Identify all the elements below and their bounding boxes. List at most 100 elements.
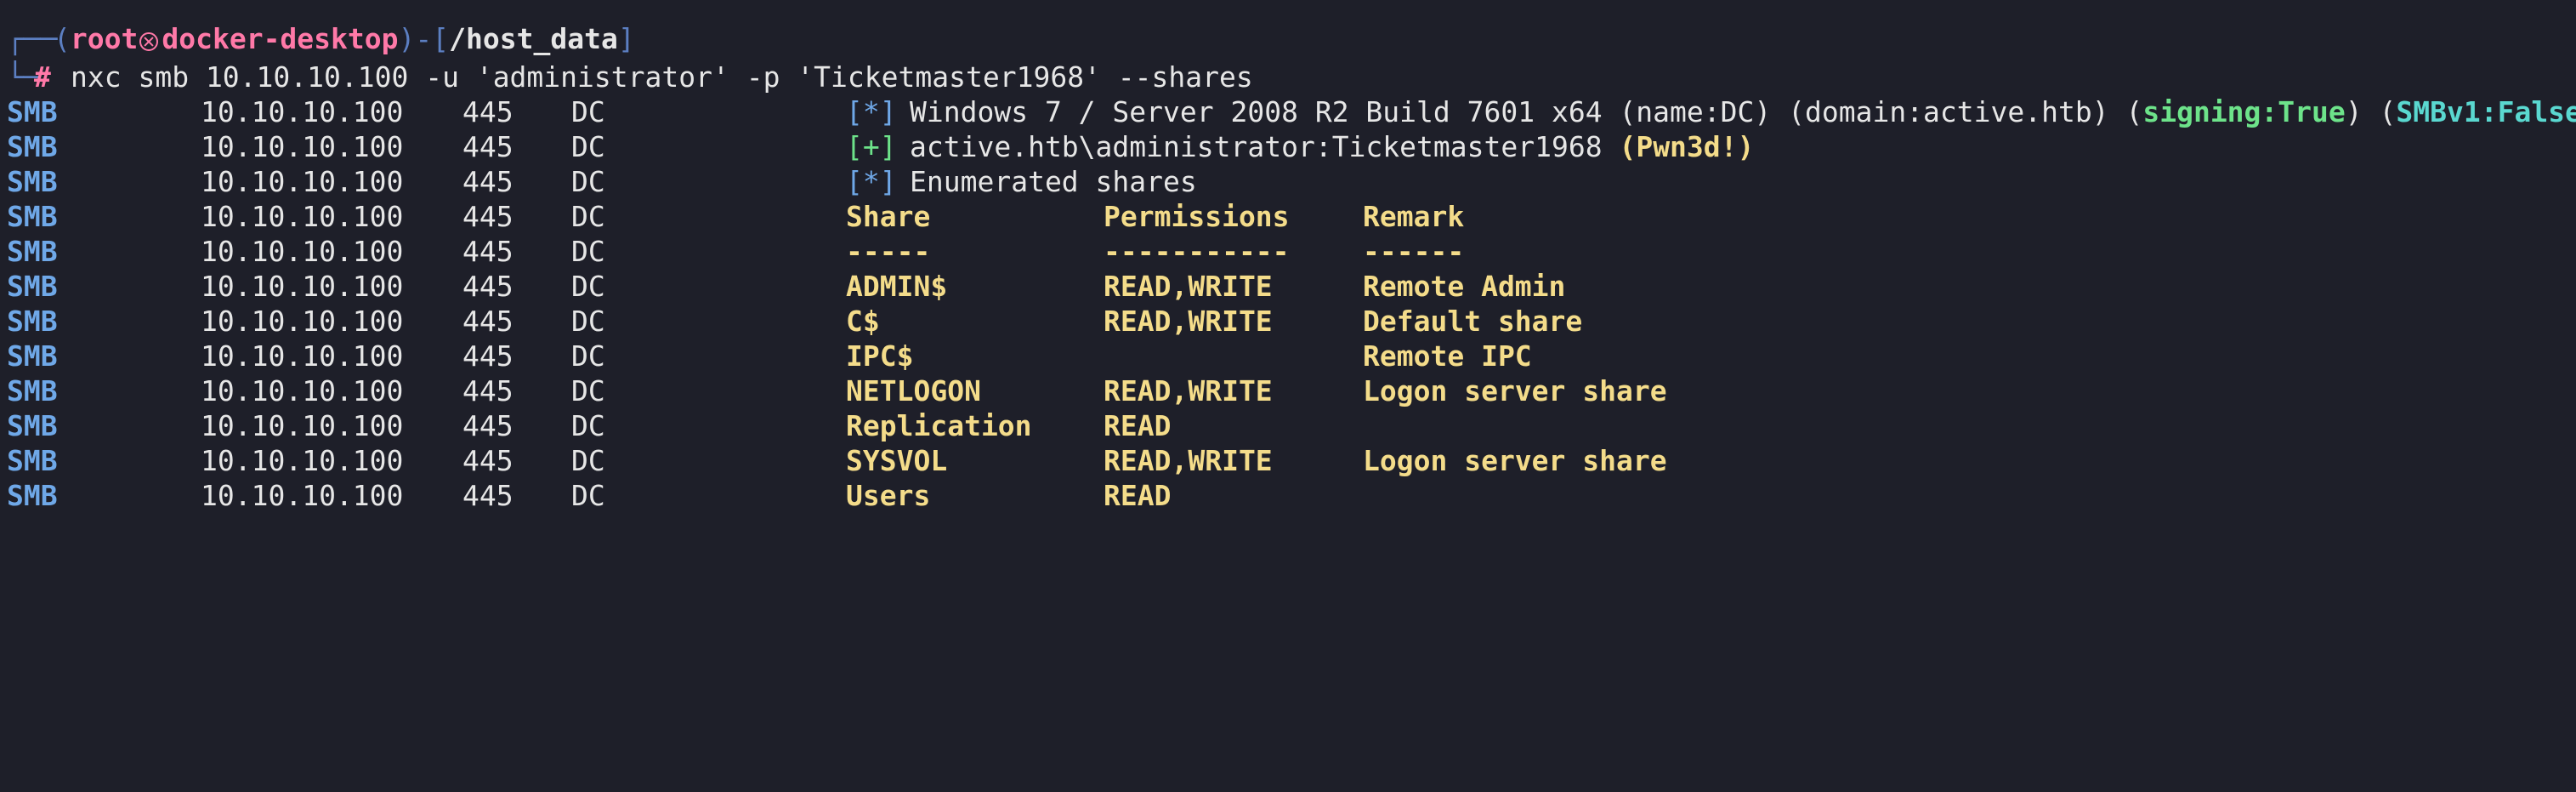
- protocol-label: SMB: [7, 339, 58, 373]
- port: 445: [462, 305, 513, 338]
- permissions-separator: -----------: [1104, 235, 1290, 268]
- port: 445: [462, 130, 513, 163]
- host-ip: 10.10.10.100: [201, 130, 404, 163]
- prompt-open-paren: (: [54, 22, 71, 55]
- protocol-label: SMB: [7, 444, 58, 477]
- port: 445: [462, 95, 513, 128]
- auth-text: active.htb\administrator:Ticketmaster196…: [910, 130, 1603, 163]
- prompt-hash: #: [34, 60, 51, 94]
- remark-separator: ------: [1363, 235, 1465, 268]
- info-between: ) (: [2345, 95, 2397, 128]
- share-row: SMB 10.10.10.100 445 DC SYSVOL READ,WRIT…: [0, 443, 2576, 478]
- share-name: ADMIN$: [846, 270, 948, 303]
- output-row: SMB 10.10.10.100 445 DC Share Permission…: [0, 199, 2576, 234]
- prompt-open-bracket: [: [432, 22, 450, 55]
- success-tag: [+]: [846, 130, 897, 163]
- share-row: SMB 10.10.10.100 445 DC NETLOGON READ,WR…: [0, 373, 2576, 408]
- share-remark: Logon server share: [1363, 444, 1667, 477]
- enum-message: Enumerated shares: [910, 165, 1197, 198]
- command-line[interactable]: └─ # nxc smb 10.10.10.100 -u 'administra…: [0, 60, 2576, 94]
- share-row: SMB 10.10.10.100 445 DC IPC$ Remote IPC: [0, 339, 2576, 373]
- share-remark: Remote IPC: [1363, 339, 1532, 373]
- info-tag: [*]: [846, 165, 897, 198]
- output-row: SMB 10.10.10.100 445 DC ----- ----------…: [0, 234, 2576, 269]
- output-row: SMB 10.10.10.100 445 DC [*] Windows 7 / …: [0, 94, 2576, 129]
- prompt-close-paren: ): [398, 22, 416, 55]
- terminal-window[interactable]: ┌── (root docker-desktop)-[/host_data] └─…: [0, 0, 2576, 522]
- prompt-host: docker-desktop: [162, 22, 399, 55]
- protocol-label: SMB: [7, 409, 58, 442]
- share-permissions: READ,WRITE: [1104, 444, 1273, 477]
- share-row: SMB 10.10.10.100 445 DC ADMIN$ READ,WRIT…: [0, 269, 2576, 304]
- host-ip: 10.10.10.100: [201, 409, 404, 442]
- host-ip: 10.10.10.100: [201, 95, 404, 128]
- port: 445: [462, 339, 513, 373]
- host-ip: 10.10.10.100: [201, 339, 404, 373]
- signing-status: signing:True: [2142, 95, 2346, 128]
- share-row: SMB 10.10.10.100 445 DC Replication READ: [0, 408, 2576, 443]
- port: 445: [462, 270, 513, 303]
- host-name: DC: [571, 130, 605, 163]
- share-permissions: READ: [1104, 479, 1172, 512]
- protocol-label: SMB: [7, 95, 58, 128]
- host-name: DC: [571, 165, 605, 198]
- host-name: DC: [571, 305, 605, 338]
- host-ip: 10.10.10.100: [201, 374, 404, 407]
- host-ip: 10.10.10.100: [201, 165, 404, 198]
- port: 445: [462, 235, 513, 268]
- host-name: DC: [571, 200, 605, 233]
- host-ip: 10.10.10.100: [201, 235, 404, 268]
- command-text[interactable]: nxc smb 10.10.10.100 -u 'administrator' …: [71, 60, 1253, 94]
- prompt-close-bracket: ]: [617, 22, 635, 55]
- share-name: C$: [846, 305, 880, 338]
- protocol-label: SMB: [7, 200, 58, 233]
- auth-message: active.htb\administrator:Ticketmaster196…: [910, 129, 1754, 164]
- host-name: DC: [571, 270, 605, 303]
- share-row: SMB 10.10.10.100 445 DC C$ READ,WRITE De…: [0, 304, 2576, 339]
- protocol-label: SMB: [7, 479, 58, 512]
- share-remark: Remote Admin: [1363, 270, 1566, 303]
- share-remark: Default share: [1363, 305, 1583, 338]
- host-ip: 10.10.10.100: [201, 305, 404, 338]
- host-ip: 10.10.10.100: [201, 444, 404, 477]
- share-row: SMB 10.10.10.100 445 DC Users READ: [0, 478, 2576, 513]
- info-text: Windows 7 / Server 2008 R2 Build 7601 x6…: [910, 95, 2143, 128]
- share-permissions: READ: [1104, 409, 1172, 442]
- info-tag: [*]: [846, 95, 897, 128]
- share-name: Replication: [846, 409, 1032, 442]
- port: 445: [462, 165, 513, 198]
- host-name: DC: [571, 235, 605, 268]
- host-ip: 10.10.10.100: [201, 200, 404, 233]
- protocol-label: SMB: [7, 305, 58, 338]
- protocol-label: SMB: [7, 235, 58, 268]
- output-row: SMB 10.10.10.100 445 DC [*] Enumerated s…: [0, 164, 2576, 199]
- share-permissions: READ,WRITE: [1104, 270, 1273, 303]
- pwned-badge: (Pwn3d!): [1619, 130, 1755, 163]
- share-separator: -----: [846, 235, 931, 268]
- smbv1-status: SMBv1:False: [2396, 95, 2576, 128]
- prompt-dash: -: [415, 22, 433, 55]
- host-name: DC: [571, 95, 605, 128]
- host-name: DC: [571, 339, 605, 373]
- host-name: DC: [571, 444, 605, 477]
- share-name: Users: [846, 479, 931, 512]
- prompt-user: root: [70, 22, 139, 55]
- host-name: DC: [571, 409, 605, 442]
- share-column-header: Share: [846, 200, 931, 233]
- port: 445: [462, 409, 513, 442]
- host-name: DC: [571, 479, 605, 512]
- share-name: NETLOGON: [846, 374, 981, 407]
- host-ip: 10.10.10.100: [201, 270, 404, 303]
- info-message: Windows 7 / Server 2008 R2 Build 7601 x6…: [910, 94, 2576, 129]
- share-name: SYSVOL: [846, 444, 948, 477]
- prompt-context: (root docker-desktop)-[/host_data]: [54, 21, 635, 56]
- port: 445: [462, 374, 513, 407]
- port: 445: [462, 479, 513, 512]
- host-ip: 10.10.10.100: [201, 479, 404, 512]
- protocol-label: SMB: [7, 270, 58, 303]
- port: 445: [462, 200, 513, 233]
- output-row: SMB 10.10.10.100 445 DC [+] active.htb\a…: [0, 129, 2576, 164]
- remark-column-header: Remark: [1363, 200, 1465, 233]
- share-permissions: READ,WRITE: [1104, 374, 1273, 407]
- port: 445: [462, 444, 513, 477]
